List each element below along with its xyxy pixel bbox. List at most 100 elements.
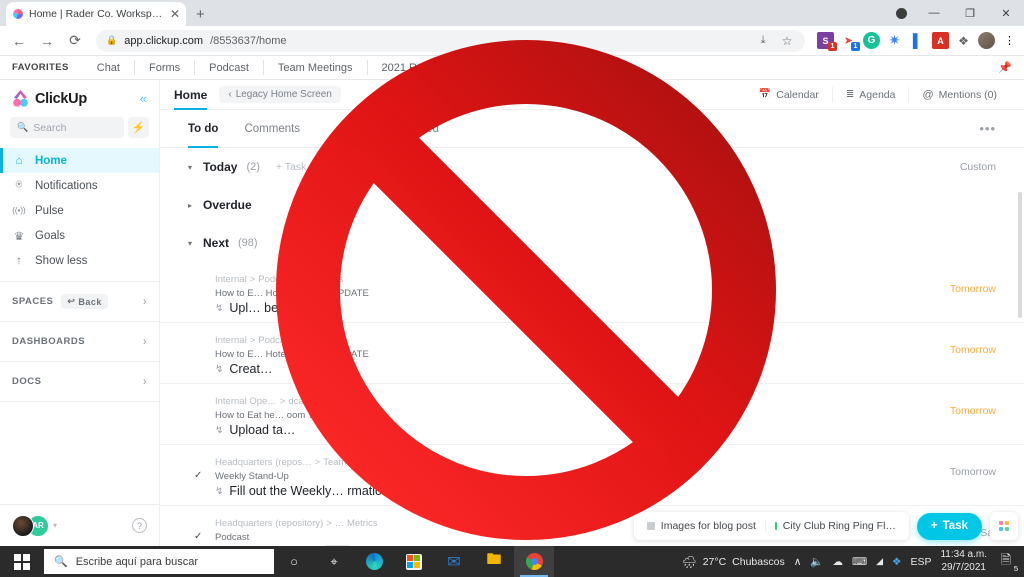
bookmark-2021-ra[interactable]: 2021 Ra: [366, 60, 438, 75]
extensions-puzzle-icon[interactable]: ❖: [955, 32, 972, 49]
keyboard-icon[interactable]: ⌨: [852, 556, 867, 568]
sidebar-section-spaces[interactable]: SPACES ↩ Back ›: [0, 282, 159, 322]
avatar-primary[interactable]: [12, 514, 34, 537]
task-view-button[interactable]: ⌖: [314, 546, 354, 577]
maximize-button[interactable]: ❐: [952, 0, 988, 26]
legacy-home-screen-button[interactable]: ‹ Legacy Home Screen: [219, 86, 341, 103]
table-row[interactable]: Internal > Podcast > Episodes How to E… Hote…: [160, 323, 1024, 384]
tray-chip-city-club[interactable]: City Club Ring Ping Fl…: [764, 520, 905, 532]
calendar-action[interactable]: 📅 Calendar: [746, 87, 832, 102]
bookmark-star-icon[interactable]: ☆: [779, 33, 795, 49]
onedrive-cloud-icon[interactable]: ☁: [832, 556, 843, 568]
chrome-icon[interactable]: [514, 546, 554, 577]
sidebar-item-goals[interactable]: ♛ Goals: [0, 223, 159, 248]
task-title-row[interactable]: ↯ Creat…: [215, 362, 942, 376]
section-add-hint[interactable]: + Task + Reminder: [276, 161, 364, 173]
chevron-down-icon[interactable]: ▾: [53, 521, 57, 530]
reload-button[interactable]: ⟳: [62, 28, 88, 54]
tab-to-do[interactable]: To do: [188, 110, 219, 148]
sidebar-item-notifications[interactable]: ⍟ Notifications: [0, 173, 159, 198]
mail-icon[interactable]: ✉: [434, 546, 474, 577]
bookmark-podcast[interactable]: Podcast: [194, 60, 263, 75]
chevron-down-icon[interactable]: ▾: [188, 239, 197, 248]
task-due-date[interactable]: Tomorrow: [950, 330, 996, 356]
help-icon[interactable]: ?: [132, 518, 147, 533]
bar-chart-icon[interactable]: ▌: [909, 32, 926, 49]
edge-icon[interactable]: [354, 546, 394, 577]
collapse-sidebar-icon[interactable]: «: [140, 91, 147, 106]
section-today[interactable]: ▾ Today (2) + Task + Reminder Custom: [160, 148, 1024, 186]
tray-chip-images[interactable]: Images for blog post: [638, 520, 765, 532]
volume-icon[interactable]: 🔈: [810, 555, 823, 568]
apps-grid-button[interactable]: [990, 512, 1018, 540]
dropbox-icon[interactable]: ❖: [892, 556, 901, 568]
search-input[interactable]: 🔍 Search: [10, 117, 124, 138]
task-status-checkbox[interactable]: ✓: [194, 513, 207, 544]
task-title-row[interactable]: ↯ Fill out the Weekly… rmation ‒ ↻: [215, 484, 942, 498]
section-next[interactable]: ▾ Next (98): [160, 224, 1024, 262]
clickup-logo[interactable]: ClickUp «: [0, 80, 159, 115]
taskbar-clock[interactable]: 11:34 a.m. 29/7/2021: [940, 549, 987, 574]
task-title-row[interactable]: ↯ Upl… bean ‒: [215, 301, 942, 315]
microsoft-store-icon[interactable]: [394, 546, 434, 577]
forward-button[interactable]: →: [34, 28, 60, 54]
sidebar-section-dashboards[interactable]: DASHBOARDS ›: [0, 322, 159, 362]
task-due-date[interactable]: Tomorrow: [950, 452, 996, 478]
tab-assigned[interactable]: ed: [426, 110, 439, 148]
chevron-right-icon[interactable]: ›: [143, 296, 147, 308]
gear-flower-icon[interactable]: ✷: [886, 32, 903, 49]
chevron-right-icon[interactable]: ›: [143, 336, 147, 348]
sidebar-section-docs[interactable]: DOCS ›: [0, 362, 159, 402]
quick-action-icon[interactable]: ⚡: [128, 117, 149, 138]
tab-comments[interactable]: Comments: [244, 110, 300, 148]
page-title[interactable]: Home: [174, 80, 208, 110]
task-due-date[interactable]: Tomorrow: [950, 391, 996, 417]
chevron-right-icon[interactable]: ›: [143, 376, 147, 388]
mentions-action[interactable]: @ Mentions (0): [908, 87, 1010, 102]
sidebar-item-show-less[interactable]: ↑ Show less: [0, 248, 159, 273]
address-bar[interactable]: 🔒 app.clickup.com/8553637/home ⤓ ☆: [96, 29, 805, 52]
grammarly-icon[interactable]: G: [863, 32, 880, 49]
wifi-icon[interactable]: ◢: [876, 556, 883, 567]
browser-menu-icon[interactable]: ⋮: [1001, 32, 1018, 49]
tray-chevron-icon[interactable]: ∧: [794, 556, 802, 568]
extension-blue-badge-icon[interactable]: ➤ 1: [840, 32, 860, 51]
pin-icon[interactable]: 📌: [998, 61, 1012, 74]
sidebar-item-pulse[interactable]: ((•)) Pulse: [0, 198, 159, 223]
cortana-button[interactable]: ○: [274, 546, 314, 577]
table-row[interactable]: Internal Ope… > dcast > Episodes How to Eat …: [160, 384, 1024, 445]
chevron-down-icon[interactable]: ▾: [188, 163, 197, 172]
tab-close-icon[interactable]: ✕: [170, 8, 180, 20]
new-tab-button[interactable]: +: [196, 7, 205, 22]
list-overflow-menu[interactable]: •••: [979, 121, 996, 136]
windows-start-button[interactable]: [0, 546, 44, 577]
task-status-checkbox[interactable]: [194, 269, 207, 282]
task-title-row[interactable]: ↯ Upload ta…: [215, 423, 942, 437]
back-button[interactable]: ←: [6, 28, 32, 54]
chevron-right-icon[interactable]: ▸: [188, 201, 197, 210]
agenda-action[interactable]: ≣ Agenda: [831, 87, 909, 102]
back-chip[interactable]: ↩ Back: [61, 294, 108, 309]
sidebar-item-home[interactable]: ⌂ Home: [0, 148, 159, 173]
language-indicator[interactable]: ESP: [910, 556, 931, 568]
new-task-button[interactable]: + Task: [916, 512, 982, 540]
profile-avatar[interactable]: [978, 32, 995, 49]
task-due-date[interactable]: Tomorrow: [950, 269, 996, 295]
browser-tab[interactable]: Home | Rader Co. Workspace ✕: [6, 2, 186, 26]
vertical-scrollbar[interactable]: [1018, 192, 1022, 318]
install-app-icon[interactable]: ⤓: [755, 33, 771, 49]
minimize-button[interactable]: —: [916, 0, 952, 26]
table-row[interactable]: ✓ Headquarters (repos… > Team Meetings Wee…: [160, 445, 1024, 506]
extension-red-badge-icon[interactable]: S1: [817, 32, 837, 51]
weather-widget[interactable]: 🌧 27°C Chubascos: [681, 555, 784, 569]
record-indicator-icon[interactable]: [886, 0, 916, 26]
task-status-checkbox[interactable]: [194, 391, 207, 404]
taskbar-search-input[interactable]: 🔍 Escribe aquí para buscar: [44, 549, 274, 574]
adobe-acrobat-icon[interactable]: A: [932, 32, 949, 49]
bookmark-forms[interactable]: Forms: [134, 60, 194, 75]
section-custom-label[interactable]: Custom: [960, 161, 996, 173]
file-explorer-icon[interactable]: 🖿: [474, 546, 514, 577]
close-window-button[interactable]: ✕: [988, 0, 1024, 26]
bookmark-team-meetings[interactable]: Team Meetings: [262, 60, 367, 75]
notification-center-button[interactable]: 🗎 5: [996, 552, 1018, 573]
